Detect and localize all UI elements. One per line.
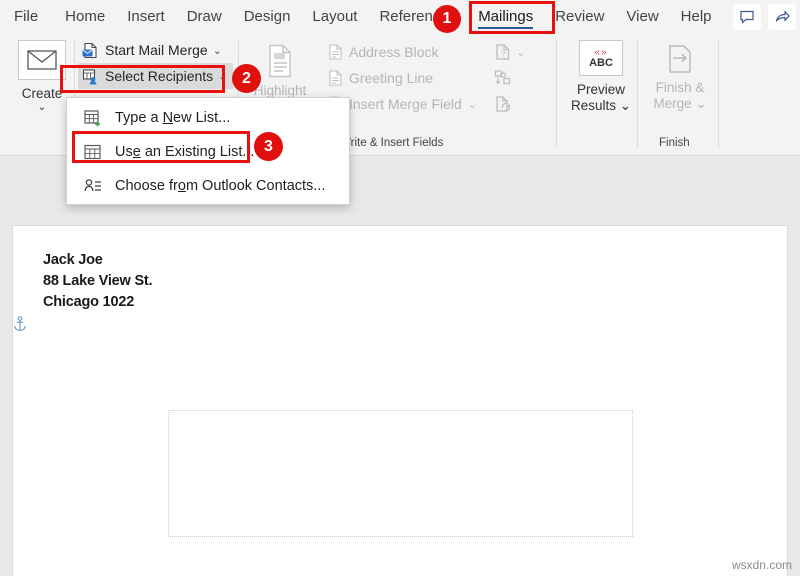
chevron-down-icon[interactable]: ⌄ — [213, 44, 222, 57]
menuitem-use-an-existing-list[interactable]: Use an Existing List... — [67, 135, 349, 169]
tab-layout[interactable]: Layout — [301, 0, 368, 34]
preview-results-label-line2: Results — [571, 98, 616, 113]
ribbon-tab-bar: File Home Insert Draw Design Layout Refe… — [0, 0, 800, 34]
start-mail-merge-group: Start Mail Merge ⌄ Select Recipients ⌄ — [78, 37, 233, 89]
insert-merge-field-button: Insert Merge Field ⌄ — [328, 91, 477, 117]
comment-icon[interactable] — [733, 4, 761, 30]
chevron-down-icon: ⌄ — [695, 96, 706, 111]
start-mail-merge-button[interactable]: Start Mail Merge ⌄ — [78, 37, 233, 63]
tab-draw[interactable]: Draw — [176, 0, 233, 34]
preview-chevrons-icon: «» — [594, 48, 607, 57]
start-mail-merge-label: Start Mail Merge — [105, 42, 208, 58]
address-block-label: Address Block — [349, 44, 438, 60]
update-labels-button — [494, 91, 525, 117]
write-insert-fields-items: Address Block Greeting Line — [328, 39, 477, 117]
svg-text:?: ? — [501, 50, 506, 59]
tab-mailings[interactable]: Mailings — [467, 0, 544, 34]
finish-merge-label-line1: Finish & — [656, 80, 705, 95]
menuitem-label: Type a New List... — [115, 110, 230, 126]
select-recipients-label: Select Recipients — [105, 68, 213, 84]
preview-results-label-line1: Preview — [577, 82, 625, 97]
site-watermark: wsxdn.com — [732, 558, 792, 572]
content-placeholder-box[interactable] — [168, 410, 633, 537]
preview-abc-icon: ABC — [589, 57, 613, 69]
chevron-down-icon[interactable]: ⌄ — [218, 70, 227, 83]
annotation-badge-2: 2 — [232, 64, 261, 93]
contacts-icon — [81, 176, 105, 196]
select-recipients-button[interactable]: Select Recipients ⌄ — [78, 63, 233, 89]
tab-insert[interactable]: Insert — [116, 0, 176, 34]
tab-help[interactable]: Help — [670, 0, 723, 34]
menuitem-label: Choose from Outlook Contacts... — [115, 178, 325, 194]
recipient-address-block: Jack Joe 88 Lake View St. Chicago 1022 — [43, 250, 152, 313]
envelopes-button[interactable] — [18, 40, 66, 80]
anchor-icon — [13, 316, 27, 332]
document-page[interactable]: Jack Joe 88 Lake View St. Chicago 1022 — [12, 225, 788, 576]
greeting-line-button: Greeting Line — [328, 65, 477, 91]
tab-view[interactable]: View — [615, 0, 669, 34]
chevron-down-icon: ⌄ — [516, 46, 525, 59]
preview-results-button[interactable]: «» ABC — [579, 40, 623, 76]
group-label-write-insert-fields: Write & Insert Fields — [340, 137, 443, 149]
tab-design[interactable]: Design — [233, 0, 302, 34]
word-window: File Home Insert Draw Design Layout Refe… — [0, 0, 800, 576]
address-block-button: Address Block — [328, 39, 477, 65]
window-action-icons — [733, 4, 800, 30]
menuitem-choose-from-outlook-contacts[interactable]: Choose from Outlook Contacts... — [67, 169, 349, 203]
address-line-2: 88 Lake View St. — [43, 271, 152, 292]
address-line-3: Chicago 1022 — [43, 292, 152, 313]
group-separator — [718, 40, 719, 148]
preview-results-group: «» ABC Preview Results ⌄ — [562, 38, 640, 114]
menuitem-type-a-new-list[interactable]: Type a New List... — [67, 101, 349, 135]
write-insert-fields-small-buttons: ? ⌄ — [494, 39, 525, 117]
group-separator — [556, 40, 557, 148]
table-icon — [81, 142, 105, 162]
annotation-badge-3: 3 — [254, 132, 283, 161]
tab-home[interactable]: Home — [54, 0, 116, 34]
share-icon[interactable] — [768, 4, 796, 30]
finish-merge-button: Finish & Merge ⌄ — [642, 38, 718, 112]
menuitem-label: Use an Existing List... — [115, 144, 254, 160]
match-fields-button — [494, 65, 525, 91]
group-label-finish: Finish — [659, 137, 690, 149]
table-plus-icon — [81, 108, 105, 128]
document-area: Jack Joe 88 Lake View St. Chicago 1022 w… — [0, 156, 800, 576]
annotation-badge-1: 1 — [433, 5, 461, 33]
insert-merge-field-label: Insert Merge Field — [349, 96, 462, 112]
address-line-1: Jack Joe — [43, 250, 152, 271]
tab-review[interactable]: Review — [544, 0, 615, 34]
chevron-down-icon: ⌄ — [468, 98, 477, 111]
finish-merge-label-line2: Merge — [653, 96, 691, 111]
finish-merge-icon — [642, 38, 718, 80]
greeting-line-label: Greeting Line — [349, 70, 433, 86]
tab-file[interactable]: File — [0, 0, 54, 34]
chevron-down-icon[interactable]: ⌄ — [620, 98, 631, 113]
rules-button: ? ⌄ — [494, 39, 525, 65]
select-recipients-dropdown-menu: Type a New List... Use an Existing List.… — [66, 97, 350, 205]
